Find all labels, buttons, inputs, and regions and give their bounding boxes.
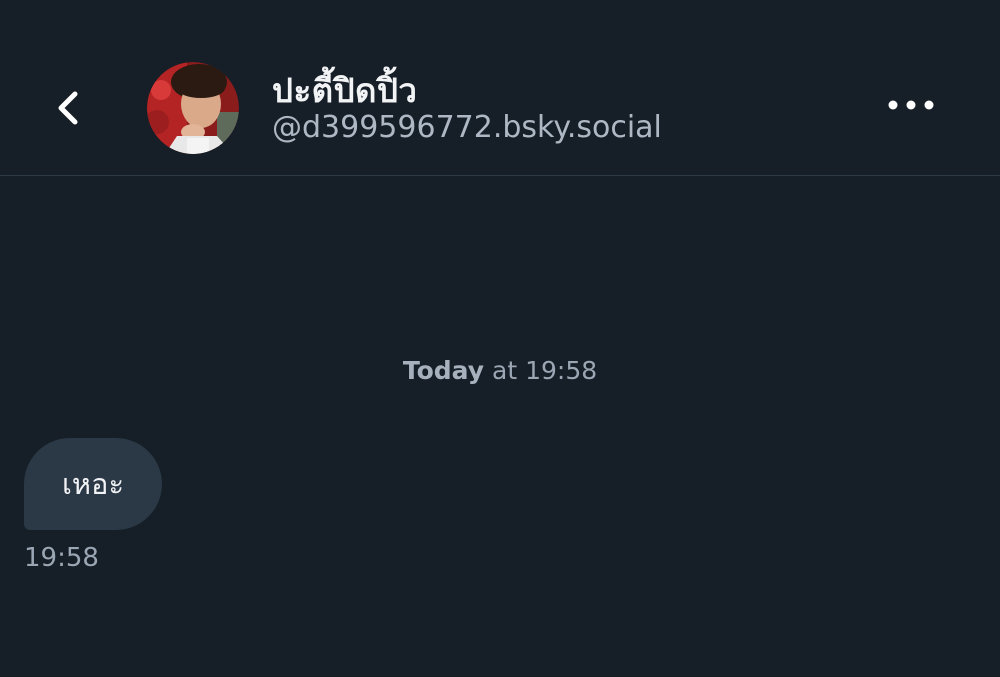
message-timestamp: 19:58 <box>24 543 99 573</box>
user-handle: @d399596772.bsky.social <box>272 110 662 145</box>
avatar-image <box>147 62 239 154</box>
back-button[interactable] <box>44 80 92 136</box>
chevron-left-icon <box>58 91 78 125</box>
message-text: เหอะ <box>62 467 125 501</box>
date-divider: Today at 19:58 <box>0 356 1000 385</box>
chat-header: ปะตี้ปิดปิ้ว @d399596772.bsky.social <box>0 0 1000 176</box>
chat-screen: ปะตี้ปิดปิ้ว @d399596772.bsky.social Tod… <box>0 0 1000 677</box>
more-options-button[interactable] <box>880 86 942 124</box>
more-horizontal-icon <box>888 100 934 110</box>
date-divider-time: at 19:58 <box>484 356 598 385</box>
date-divider-day: Today <box>402 356 485 385</box>
avatar[interactable] <box>147 62 239 154</box>
message-bubble[interactable]: เหอะ <box>24 438 163 530</box>
